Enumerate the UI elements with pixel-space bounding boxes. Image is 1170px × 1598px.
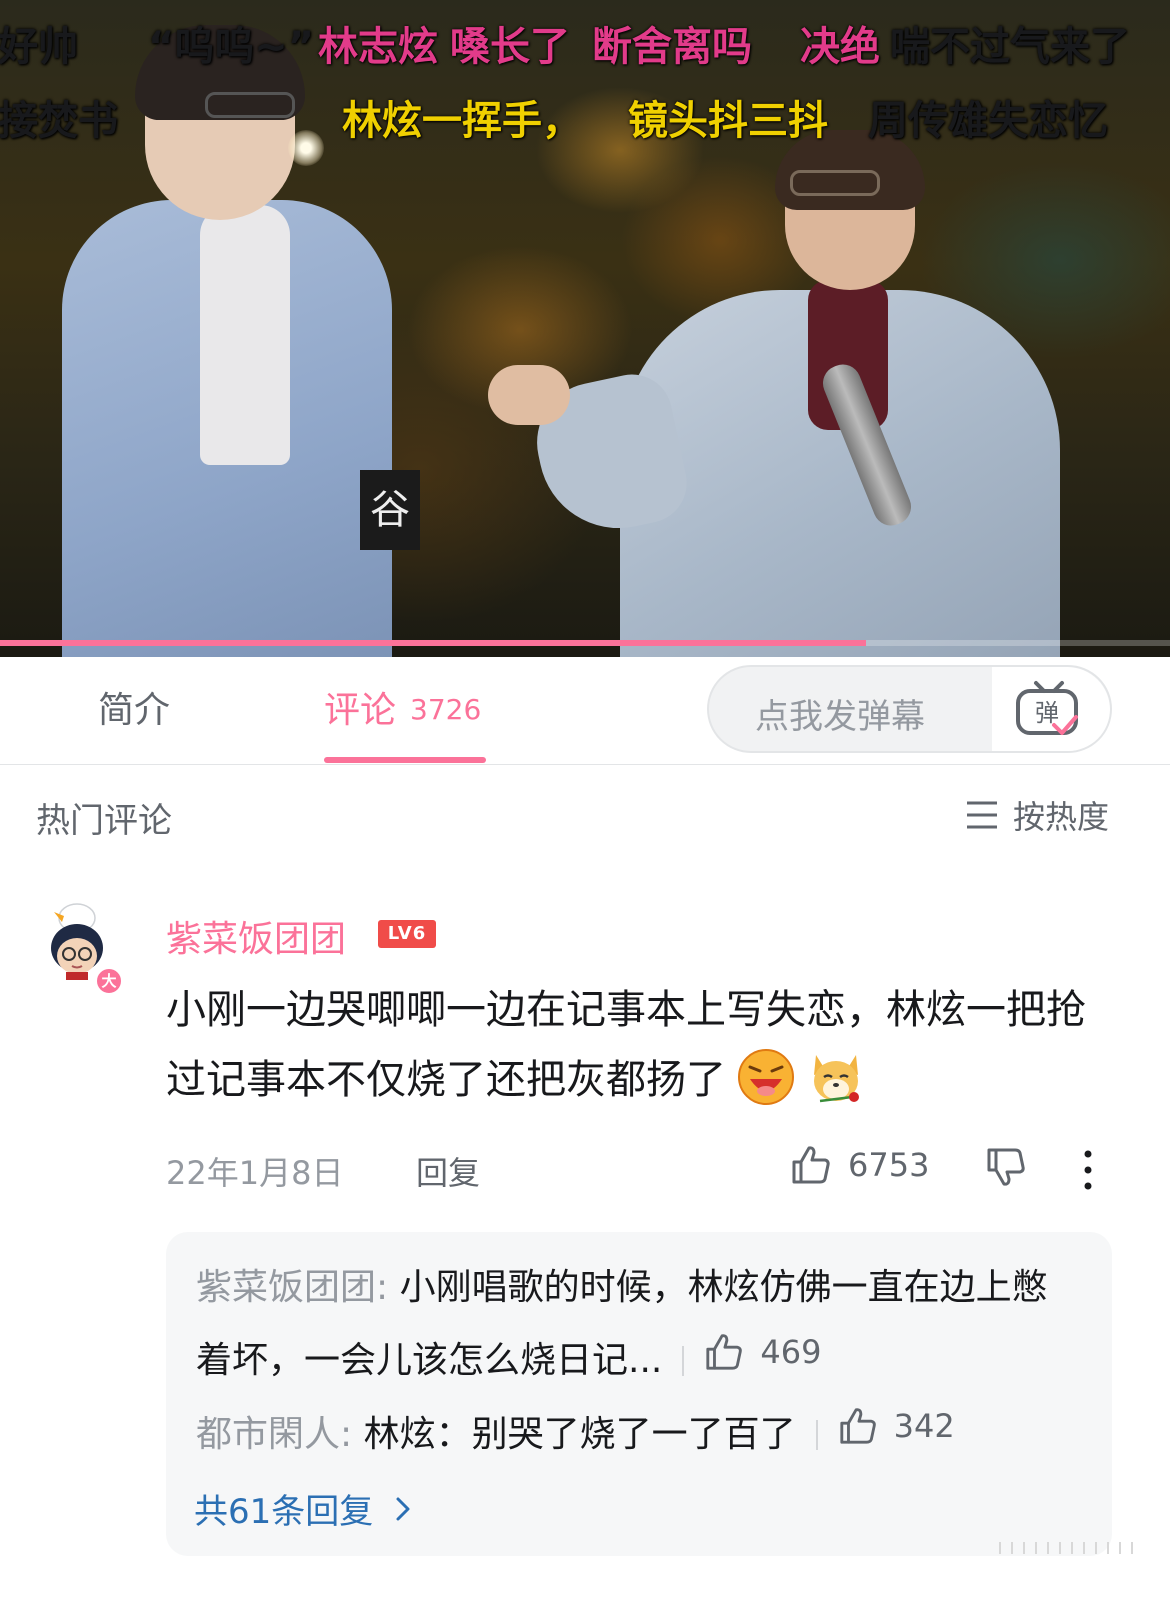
video-progress-fill <box>0 640 866 646</box>
danmaku-input-placeholder[interactable]: 点我发弹幕 <box>755 689 925 738</box>
more-options-button[interactable] <box>1076 1148 1100 1192</box>
comment-username[interactable]: 紫菜饭团团 <box>166 910 346 962</box>
person-left-shirt <box>200 205 290 465</box>
comment-text: 小刚一边哭唧唧一边在记事本上写失恋，林炫一把抢过记事本不仅烧了还把灰都扬了 <box>166 987 1086 1103</box>
sort-label: 按热度 <box>1013 798 1110 836</box>
tab-bar: 简介 评论 3726 点我发弹幕 弹 <box>0 657 1170 765</box>
danmaku-item: 镜头抖三抖 <box>628 98 828 144</box>
level-badge: LV6 <box>378 920 436 948</box>
tab-intro[interactable]: 简介 <box>98 681 170 733</box>
sort-menu-icon <box>967 801 997 829</box>
danmaku-item: 喘不过气来了 <box>890 24 1130 70</box>
reply-like-count: 342 <box>893 1407 955 1445</box>
thumbs-up-icon <box>792 1146 830 1184</box>
tab-comments-label: 评论 <box>324 690 397 731</box>
person-left-glasses <box>205 92 295 118</box>
like-count: 6753 <box>848 1146 930 1184</box>
danmaku-item: 嗓长了 <box>450 24 570 70</box>
reply-divider <box>815 1420 818 1450</box>
avatar[interactable] <box>44 903 110 980</box>
person-right-hand <box>488 365 570 425</box>
video-progress-bar[interactable] <box>0 640 1170 646</box>
danmaku-item: 接焚书 <box>0 98 118 144</box>
avatar-badge: 大 <box>94 966 124 996</box>
video-player[interactable]: 谷 好帅 “呜呜~” 林志炫 嗓长了 断舍离吗 决绝 喘不过气来了 接焚书 林炫… <box>0 0 1170 657</box>
reply-colon: : <box>376 1267 389 1308</box>
svg-text:弹: 弹 <box>1035 699 1059 727</box>
reply-username[interactable]: 都市閑人 <box>196 1414 340 1455</box>
more-vertical-icon <box>1084 1150 1092 1190</box>
reply-colon: : <box>340 1414 353 1455</box>
reply-divider <box>682 1346 685 1376</box>
hot-comments-title: 热门评论 <box>36 801 172 841</box>
danmaku-item: 林炫一挥手， <box>342 98 582 144</box>
thumbs-up-icon <box>840 1408 876 1444</box>
sort-button[interactable]: 按热度 <box>965 795 1110 836</box>
danmaku-toggle-button[interactable]: 弹 <box>992 667 1110 751</box>
like-button[interactable]: 6753 <box>790 1144 929 1186</box>
danmaku-toggle-icon: 弹 <box>1016 681 1078 735</box>
stage-lamp <box>288 130 324 166</box>
dog-with-rose-emoji-icon <box>814 1055 859 1103</box>
reply-like-count: 469 <box>760 1333 822 1371</box>
danmaku-item: 周传雄失恋忆 <box>868 98 1108 144</box>
danmaku-input-box[interactable]: 点我发弹幕 弹 <box>707 665 1112 753</box>
view-all-replies-link[interactable]: 共61条回复 <box>194 1484 411 1533</box>
danmaku-item: 决绝 <box>800 24 880 70</box>
danmaku-item: 断舍离吗 <box>592 24 752 70</box>
reply-item[interactable]: 紫菜饭团团: 小刚唱歌的时候，林炫仿佛一直在边上憋着坏，一会儿该怎么烧日记...… <box>196 1256 1076 1393</box>
comment-body: 小刚一边哭唧唧一边在记事本上写失恋，林炫一把抢过记事本不仅烧了还把灰都扬了 <box>166 975 1121 1115</box>
danmaku-item: “呜呜~” <box>148 24 315 70</box>
danmaku-item: 林志炫 <box>318 24 438 70</box>
reply-username[interactable]: 紫菜饭团团 <box>196 1267 376 1308</box>
laughing-crying-emoji-icon <box>738 1049 794 1105</box>
reply-text: 林炫：别哭了烧了一了百了 <box>363 1414 796 1455</box>
comments-count: 3726 <box>410 693 482 726</box>
reply-like-button[interactable]: 342 <box>838 1394 955 1458</box>
chevron-right-icon <box>396 1497 410 1520</box>
view-all-replies-label: 共61条回复 <box>194 1492 374 1532</box>
reply-button[interactable]: 回复 <box>416 1148 480 1194</box>
person-right-glasses <box>790 170 880 196</box>
scroll-edge-decoration <box>999 1542 1133 1554</box>
thumbs-down-icon <box>987 1148 1025 1186</box>
tab-comments[interactable]: 评论 3726 <box>324 681 481 733</box>
active-tab-indicator <box>324 757 486 763</box>
dislike-button[interactable] <box>985 1146 1027 1192</box>
danmaku-item: 好帅 <box>0 24 78 70</box>
reply-item[interactable]: 都市閑人: 林炫：别哭了烧了一了百了 342 <box>196 1394 1076 1467</box>
comment-date: 22年1月8日 <box>166 1154 344 1192</box>
reply-like-button[interactable]: 469 <box>704 1320 821 1384</box>
stage-sign: 谷 <box>360 470 420 550</box>
thumbs-up-icon <box>706 1334 743 1370</box>
replies-panel[interactable]: 紫菜饭团团: 小刚唱歌的时候，林炫仿佛一直在边上憋着坏，一会儿该怎么烧日记...… <box>166 1232 1112 1556</box>
